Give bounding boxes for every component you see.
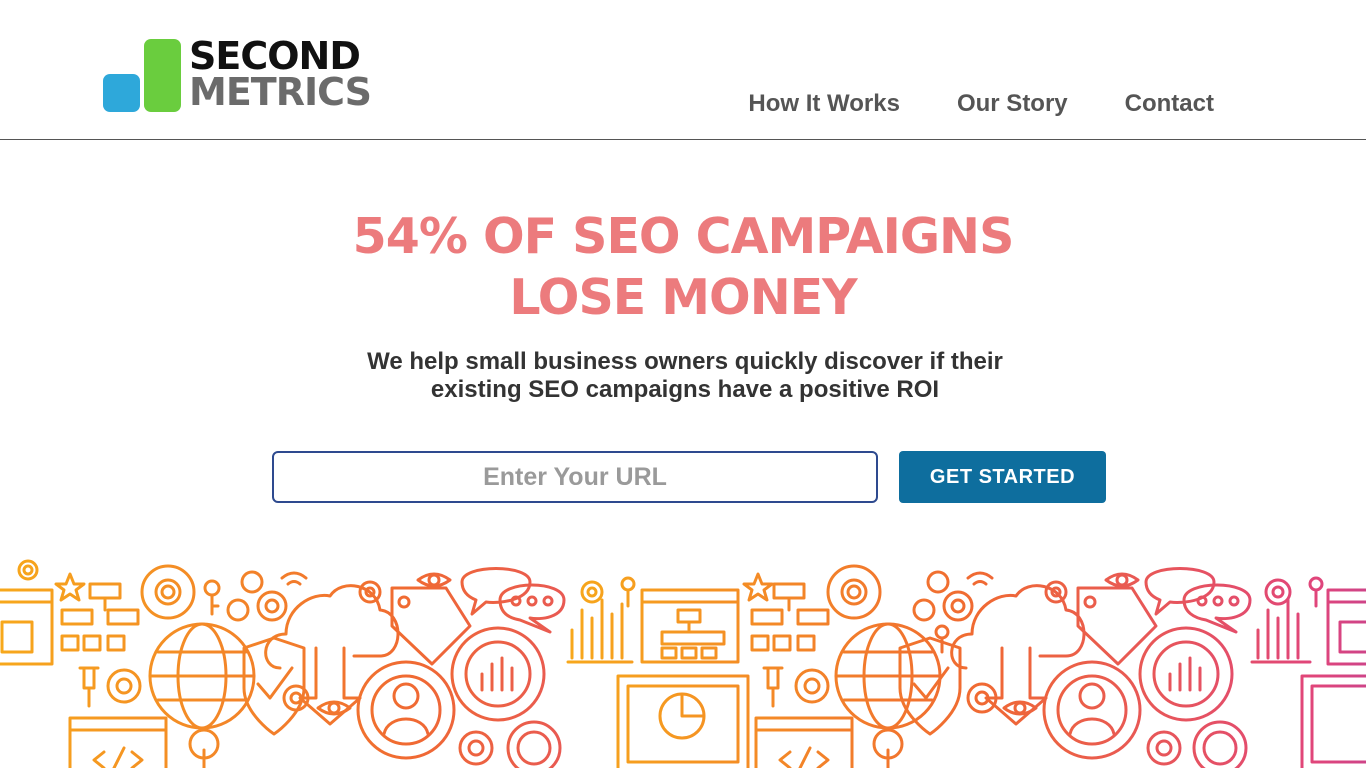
gear-icon (140, 564, 196, 620)
tile-1 (0, 559, 566, 768)
second-metrics-logo[interactable]: SECOND METRICS (103, 34, 393, 116)
bar-chart-icon (1250, 598, 1312, 664)
logo-word-second: SECOND (189, 34, 361, 78)
chat-bubble-icon (1144, 567, 1252, 634)
wifi-icon (966, 571, 994, 586)
main-nav: How It Works Our Story Contact (748, 90, 1214, 118)
browser-window-icon (1326, 588, 1366, 666)
eye-icon (316, 700, 352, 716)
eye-icon (416, 572, 452, 588)
hero-subtitle: We help small business owners quickly di… (0, 348, 1366, 404)
logo-word-metrics: METRICS (189, 70, 372, 114)
logo-wordmark: SECOND METRICS (189, 34, 372, 114)
browser-window-icon (0, 588, 54, 666)
chat-bubble-icon (460, 567, 566, 634)
marketing-icons-illustration (0, 559, 1366, 768)
wifi-icon (280, 571, 308, 586)
logo-bar-green (144, 39, 181, 112)
site-header: SECOND METRICS How It Works Our Story Co… (0, 0, 1366, 140)
pie-chart-icon (1138, 626, 1234, 722)
hero-subtitle-line2: existing SEO campaigns have a positive R… (430, 376, 940, 403)
star-icon (54, 572, 86, 602)
browser-window-icon (640, 588, 740, 664)
url-input[interactable] (272, 451, 878, 503)
key-icon (872, 728, 904, 768)
code-window-icon (754, 716, 854, 768)
pie-chart-icon (450, 626, 546, 722)
gear-icon (106, 668, 142, 704)
gear-icon (580, 580, 604, 604)
monitor-pie-icon (616, 674, 750, 768)
key-icon (203, 579, 221, 616)
monitor-icon (1300, 674, 1366, 768)
code-window-icon (68, 716, 168, 768)
key-icon (188, 728, 220, 768)
bar-chart-icon (566, 598, 634, 664)
gear-icon (912, 570, 974, 622)
pushpin-icon (762, 666, 784, 708)
get-started-button[interactable]: GET STARTED (899, 451, 1106, 503)
gear-icon (1264, 578, 1292, 606)
gear-icon (17, 559, 39, 581)
user-target-icon (356, 660, 456, 760)
hero-headline: 54% OF SEO CAMPAIGNS LOSE MONEY (0, 206, 1366, 328)
gear-icon (458, 730, 494, 766)
nav-contact[interactable]: Contact (1125, 90, 1214, 118)
hero-headline-line2: LOSE MONEY (509, 269, 857, 326)
key-icon (620, 576, 636, 608)
hero-subtitle-line1: We help small business owners quickly di… (367, 348, 1003, 375)
webcam-icon (1192, 720, 1248, 768)
gear-icon (226, 570, 288, 622)
nav-our-story[interactable]: Our Story (957, 90, 1068, 118)
webcam-icon (506, 720, 562, 768)
gear-icon (1146, 730, 1182, 766)
user-target-icon (1042, 660, 1142, 760)
pushpin-icon (78, 666, 100, 708)
tile-2 (566, 564, 1366, 768)
key-icon (934, 624, 950, 654)
hero-headline-line1: 54% OF SEO CAMPAIGNS (352, 208, 1015, 265)
star-icon (742, 572, 774, 602)
gear-icon (826, 564, 882, 620)
key-icon (1308, 576, 1324, 608)
gear-icon (794, 668, 830, 704)
logo-bar-blue (103, 74, 140, 112)
eye-icon (1104, 572, 1140, 588)
org-chart-icon (750, 582, 830, 652)
nav-how-it-works[interactable]: How It Works (748, 90, 900, 118)
eye-icon (1002, 700, 1038, 716)
org-chart-icon (60, 582, 140, 652)
globe-icon (148, 622, 256, 730)
